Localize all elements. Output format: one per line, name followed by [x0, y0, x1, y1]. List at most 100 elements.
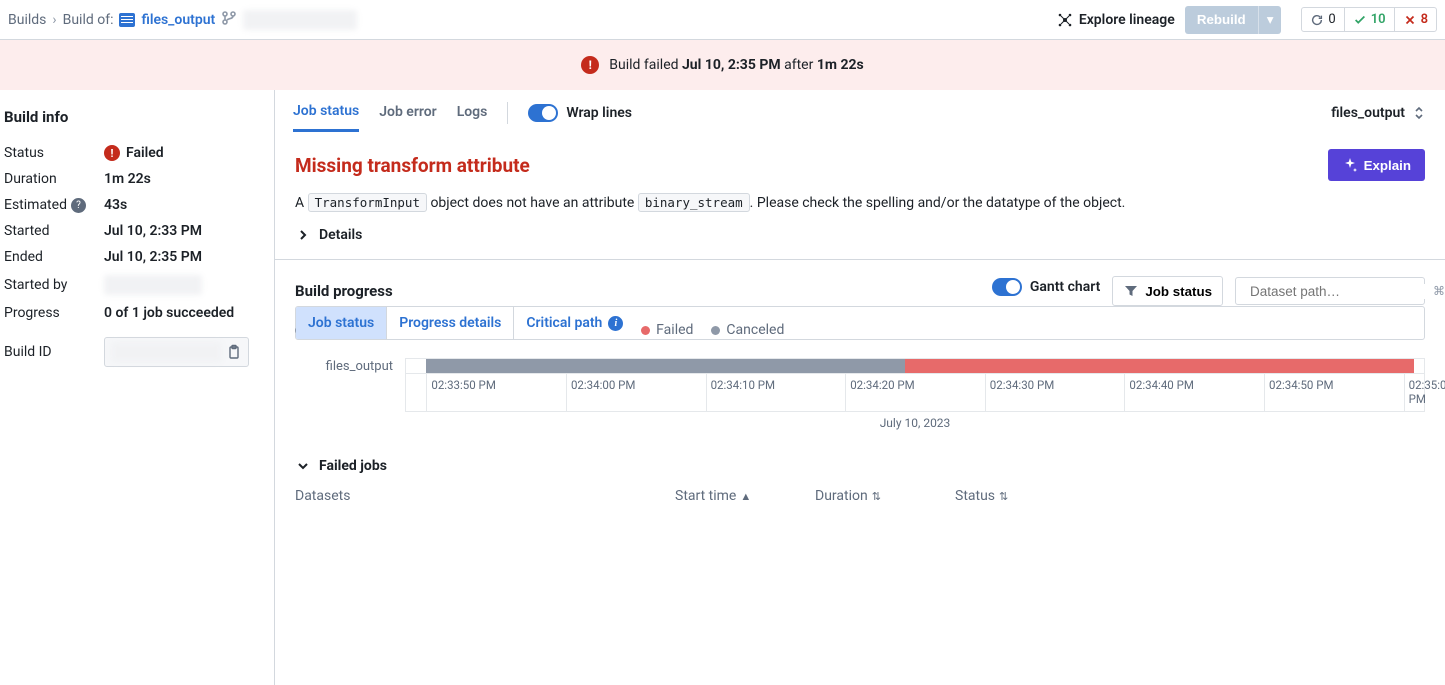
- failed-jobs-columns: Datasets Start time▲ Duration⇅ Status⇅: [295, 488, 1425, 504]
- error-body: A TransformInput object does not have an…: [295, 195, 1425, 211]
- filter-label: Job status: [1145, 284, 1212, 299]
- label-started-by: Started by: [4, 277, 104, 293]
- gantt-date: July 10, 2023: [405, 416, 1425, 430]
- col-start-time[interactable]: Start time▲: [675, 488, 815, 504]
- details-toggle[interactable]: Details: [295, 227, 1425, 243]
- value-started: Jul 10, 2:33 PM: [104, 223, 202, 239]
- wrap-lines-label: Wrap lines: [566, 105, 632, 121]
- breadcrumb: Builds › Build of: files_output redacted…: [8, 10, 1057, 30]
- chip-success[interactable]: 10: [1345, 8, 1395, 31]
- toggle-icon: [528, 104, 558, 122]
- rebuild-button[interactable]: Rebuild: [1185, 6, 1258, 34]
- gantt-chart: files_output 02:33:50 PM02:34:00 PM02:34…: [295, 358, 1425, 430]
- breadcrumb-dataset[interactable]: files_output: [141, 12, 215, 28]
- rebuild-dropdown-button[interactable]: ▾: [1258, 6, 1282, 34]
- breadcrumb-build-of: Build of:: [63, 12, 114, 28]
- failed-jobs-toggle[interactable]: Failed jobs: [295, 458, 1425, 474]
- explore-lineage-label: Explore lineage: [1079, 12, 1175, 28]
- col-datasets[interactable]: Datasets: [295, 488, 675, 504]
- label-ended: Ended: [4, 249, 104, 265]
- segment-job-status[interactable]: Job status: [296, 307, 387, 339]
- gantt-toggle-label: Gantt chart: [1030, 279, 1101, 295]
- build-id-field: redacted-id: [104, 337, 249, 367]
- segment-progress-details[interactable]: Progress details: [387, 307, 514, 339]
- gantt-bar-waiting: [426, 359, 904, 373]
- branch-icon: [221, 10, 237, 30]
- clipboard-icon[interactable]: [226, 344, 242, 360]
- tab-job-status[interactable]: Job status: [293, 103, 359, 132]
- chip-fail-count: 8: [1421, 12, 1428, 27]
- filter-icon: [1123, 283, 1139, 299]
- build-failed-banner: ! Build failed Jul 10, 2:35 PM after 1m …: [0, 40, 1445, 90]
- label-estimated: Estimated?: [4, 197, 104, 213]
- gantt-track[interactable]: [405, 358, 1425, 374]
- chevron-right-icon: ›: [52, 12, 56, 28]
- gantt-tick: 02:35:00 PM: [1404, 374, 1445, 411]
- gantt-toggle[interactable]: Gantt chart: [992, 278, 1101, 296]
- label-progress: Progress: [4, 305, 104, 321]
- chip-fail[interactable]: 8: [1395, 8, 1436, 31]
- failed-jobs-heading: Failed jobs: [319, 458, 387, 474]
- dataset-search[interactable]: ⌘K: [1235, 277, 1425, 305]
- sparkle-icon: [1342, 157, 1358, 173]
- gantt-tick: 02:33:50 PM: [426, 374, 496, 411]
- dataset-selector[interactable]: files_output: [1331, 105, 1427, 121]
- dataset-selector-label: files_output: [1331, 105, 1405, 121]
- code-binary-stream: binary_stream: [638, 193, 750, 212]
- label-status: Status: [4, 145, 104, 161]
- chevron-right-icon: [295, 227, 311, 243]
- error-title: Missing transform attribute: [295, 154, 1328, 177]
- sort-asc-icon: ▲: [740, 490, 751, 503]
- gantt-axis: 02:33:50 PM02:34:00 PM02:34:10 PM02:34:2…: [405, 374, 1425, 412]
- col-status[interactable]: Status⇅: [955, 488, 1075, 504]
- view-segments: Job status Progress details Critical pat…: [295, 306, 1425, 340]
- gantt-tick: 02:34:20 PM: [845, 374, 915, 411]
- gantt-tick: 02:34:30 PM: [985, 374, 1055, 411]
- build-progress-heading: Build progress: [295, 282, 980, 300]
- check-icon: [1353, 13, 1367, 27]
- label-duration: Duration: [4, 171, 104, 187]
- lineage-icon: [1057, 12, 1073, 28]
- chip-refresh-count: 0: [1328, 12, 1335, 27]
- sort-icon: ⇅: [999, 490, 1008, 503]
- divider: [507, 102, 508, 124]
- failed-jobs-section: Failed jobs Datasets Start time▲ Duratio…: [295, 458, 1425, 504]
- banner-text: Build failed Jul 10, 2:35 PM after 1m 22…: [609, 57, 863, 73]
- explore-lineage-button[interactable]: Explore lineage: [1057, 12, 1175, 28]
- breadcrumb-root[interactable]: Builds: [8, 12, 46, 28]
- info-icon: i: [608, 316, 623, 331]
- chip-success-count: 10: [1371, 12, 1386, 27]
- col-duration[interactable]: Duration⇅: [815, 488, 955, 504]
- search-kbd: ⌘K: [1433, 284, 1445, 298]
- build-info-heading: Build info: [4, 108, 260, 126]
- segment-critical-path[interactable]: Critical pathi: [514, 307, 635, 339]
- explain-button[interactable]: Explain: [1328, 149, 1425, 181]
- value-progress: 0 of 1 job succeeded: [104, 305, 234, 321]
- rebuild-button-group: Rebuild ▾: [1185, 6, 1282, 34]
- value-ended: Jul 10, 2:35 PM: [104, 249, 202, 265]
- x-icon: [1403, 13, 1417, 27]
- code-transforminput: TransformInput: [308, 193, 427, 212]
- help-icon[interactable]: ?: [71, 198, 86, 213]
- dataset-icon: [119, 13, 135, 27]
- chip-refresh[interactable]: 0: [1302, 8, 1344, 31]
- tab-job-error[interactable]: Job error: [379, 104, 436, 130]
- value-estimated: 43s: [104, 197, 127, 213]
- wrap-lines-toggle[interactable]: Wrap lines: [528, 104, 632, 122]
- build-id-value: redacted-id: [111, 342, 222, 362]
- value-status: !Failed: [104, 145, 164, 161]
- dataset-search-input[interactable]: [1250, 284, 1427, 299]
- gantt-bar-failed: [905, 359, 1414, 373]
- legend-failed: Failed: [641, 322, 693, 338]
- breadcrumb-branch-redacted: redacted-branch: [243, 10, 356, 30]
- filter-job-status-button[interactable]: Job status: [1112, 276, 1223, 306]
- topbar: Builds › Build of: files_output redacted…: [0, 0, 1445, 40]
- status-chips: 0 10 8: [1301, 7, 1437, 32]
- top-actions: Explore lineage Rebuild ▾ 0 10 8: [1057, 6, 1437, 34]
- chevron-down-icon: [295, 458, 311, 474]
- refresh-icon: [1310, 13, 1324, 27]
- tab-logs[interactable]: Logs: [457, 104, 488, 130]
- main-panel: Job status Job error Logs Wrap lines fil…: [275, 90, 1445, 685]
- gantt-tick: 02:34:50 PM: [1264, 374, 1334, 411]
- failed-icon: !: [104, 145, 120, 161]
